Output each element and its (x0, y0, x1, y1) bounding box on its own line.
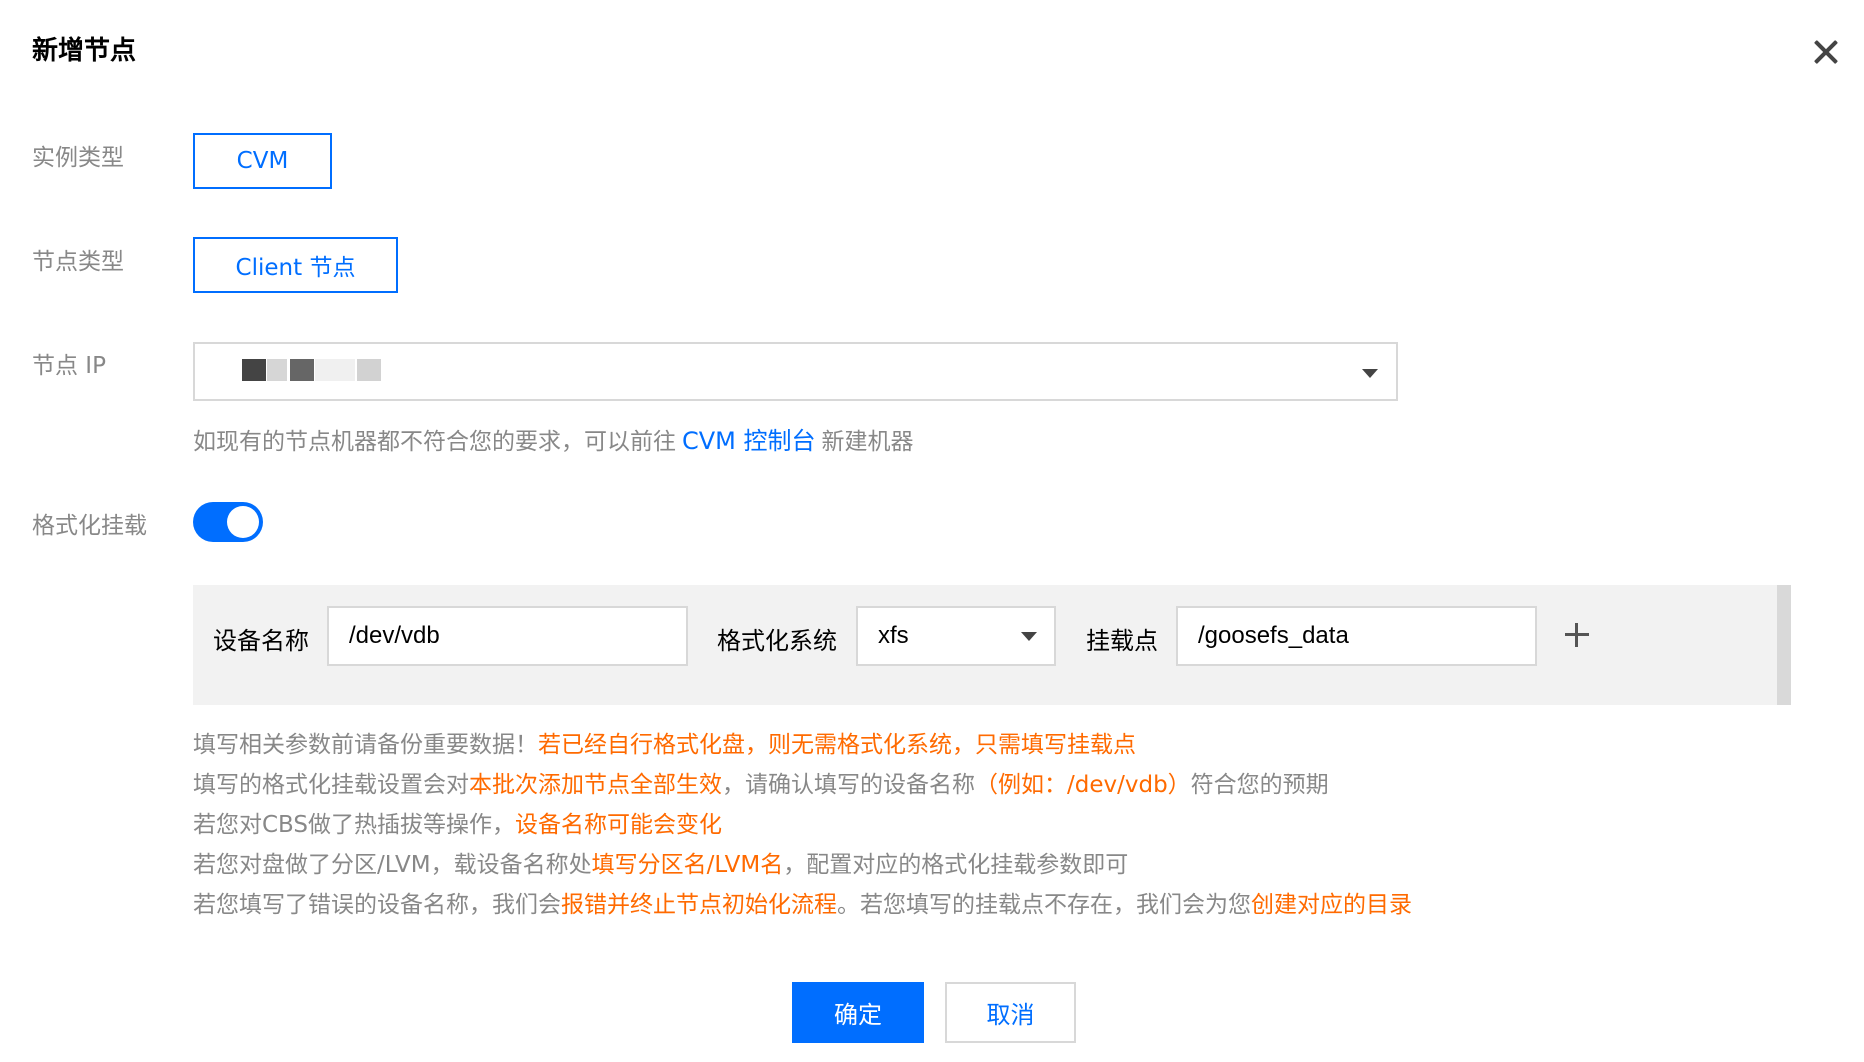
filesystem-label: 格式化系统 (717, 627, 837, 655)
cvm-console-link[interactable]: CVM 控制台 (682, 427, 816, 455)
note-warning: 本批次添加节点全部生效 (469, 772, 722, 798)
note-text: ，请确认填写的设备名称 (722, 772, 975, 798)
redacted-block (267, 359, 287, 381)
instance-type-label: 实例类型 (32, 145, 124, 171)
chevron-down-icon (1362, 369, 1378, 378)
note-text: 填写的格式化挂载设置会对 (193, 772, 469, 798)
close-icon[interactable] (1810, 36, 1842, 68)
note-warning: 报错并终止节点初始化流程 (561, 892, 837, 918)
chevron-down-icon (1021, 632, 1037, 641)
note-text: ，配置对应的格式化挂载参数即可 (783, 852, 1129, 878)
filesystem-value: xfs (878, 622, 909, 649)
node-type-label: 节点类型 (32, 249, 124, 275)
note-warning: 若已经自行格式化盘，则无需格式化系统，只需填写挂载点 (538, 732, 1136, 758)
note-line: 若您对盘做了分区/LVM，载设备名称处填写分区名/LVM名，配置对应的格式化挂载… (193, 845, 1412, 885)
mount-point-label: 挂载点 (1086, 627, 1158, 655)
node-ip-label: 节点 IP (32, 353, 106, 379)
note-line: 若您填写了错误的设备名称，我们会报错并终止节点初始化流程。若您填写的挂载点不存在… (193, 885, 1412, 925)
note-text: 符合您的预期 (1190, 772, 1329, 798)
note-text: 若您填写了错误的设备名称，我们会 (193, 892, 561, 918)
note-line: 若您对CBS做了热插拔等操作，设备名称可能会变化 (193, 805, 1412, 845)
redacted-block (290, 359, 314, 381)
add-icon[interactable] (1565, 623, 1589, 647)
note-line: 填写相关参数前请备份重要数据！若已经自行格式化盘，则无需格式化系统，只需填写挂载… (193, 725, 1412, 765)
node-type-option-client[interactable]: Client 节点 (193, 237, 398, 293)
scrollbar[interactable] (1777, 585, 1791, 705)
device-name-input[interactable]: /dev/vdb (327, 606, 688, 666)
note-text: 若您对CBS做了热插拔等操作， (193, 812, 516, 838)
note-warning: 创建对应的目录 (1251, 892, 1412, 918)
note-text: 填写相关参数前请备份重要数据！ (193, 732, 538, 758)
format-mount-label: 格式化挂载 (32, 513, 147, 539)
instance-type-option-cvm[interactable]: CVM (193, 133, 332, 189)
toggle-knob (227, 506, 259, 538)
mount-point-input[interactable]: /goosefs_data (1176, 606, 1537, 666)
dialog-title: 新增节点 (32, 36, 137, 66)
node-ip-select[interactable] (193, 342, 1398, 401)
note-warning: （例如：/dev/vdb） (975, 772, 1191, 798)
hint-prefix: 如现有的节点机器都不符合您的要求，可以前往 (193, 429, 676, 455)
format-notes: 填写相关参数前请备份重要数据！若已经自行格式化盘，则无需格式化系统，只需填写挂载… (193, 725, 1412, 925)
redacted-block (315, 359, 355, 381)
note-line: 填写的格式化挂载设置会对本批次添加节点全部生效，请确认填写的设备名称（例如：/d… (193, 765, 1412, 805)
mount-config-panel: 设备名称 /dev/vdb 格式化系统 xfs 挂载点 /goosefs_dat… (193, 585, 1791, 705)
note-warning: 设备名称可能会变化 (515, 812, 723, 838)
node-ip-hint: 如现有的节点机器都不符合您的要求，可以前往 CVM 控制台 新建机器 (193, 421, 914, 456)
filesystem-select[interactable]: xfs (856, 606, 1056, 666)
note-text: 。若您填写的挂载点不存在，我们会为您 (837, 892, 1251, 918)
device-name-label: 设备名称 (213, 627, 309, 655)
redacted-block (357, 359, 381, 381)
note-warning: 填写分区名/LVM名 (591, 852, 784, 878)
redacted-block (242, 359, 266, 381)
note-text: 若您对盘做了分区/LVM，载设备名称处 (193, 852, 592, 878)
format-mount-toggle[interactable] (193, 502, 263, 542)
hint-suffix: 新建机器 (821, 429, 914, 455)
cancel-button[interactable]: 取消 (945, 982, 1076, 1043)
confirm-button[interactable]: 确定 (792, 982, 924, 1043)
